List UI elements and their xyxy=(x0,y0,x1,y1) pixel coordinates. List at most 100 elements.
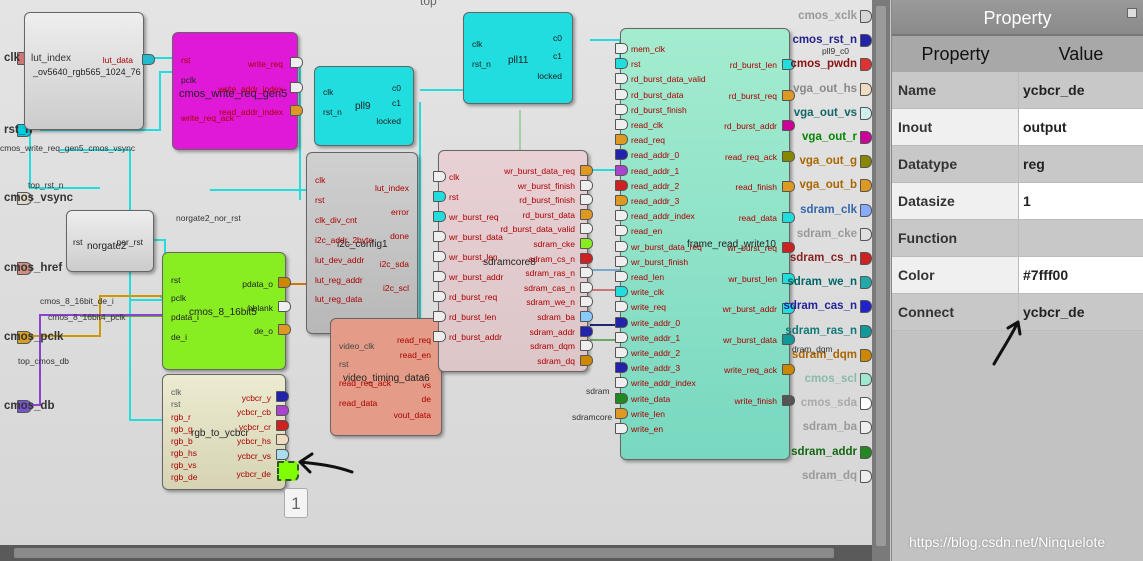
output-port-sdram-dq[interactable] xyxy=(860,469,872,483)
port-sd-right-sdram-ba[interactable] xyxy=(580,311,593,322)
page-marker[interactable]: 1 xyxy=(284,488,308,518)
port-fr-left-read-en[interactable] xyxy=(615,225,628,237)
port-sd-left-wr-burst-data[interactable] xyxy=(433,231,446,242)
port-ycbcr-vs[interactable] xyxy=(276,449,289,460)
schematic-canvas[interactable]: top clk rst_n cmos_vsync cmos_href cmos_… xyxy=(0,0,872,561)
port-fr-left-read-len[interactable] xyxy=(615,271,628,282)
property-value[interactable] xyxy=(1019,220,1143,256)
output-port-sdram-dqm[interactable] xyxy=(860,348,872,362)
port-fr-left-wr-burst-finish[interactable] xyxy=(615,255,628,267)
port-sd-left-clk[interactable] xyxy=(433,171,446,182)
port-ycbcr-hs[interactable] xyxy=(276,434,289,445)
port-fr-left-read-clk[interactable] xyxy=(615,119,628,130)
port-c816-hblank[interactable] xyxy=(278,301,291,312)
output-port-vga-out-r[interactable] xyxy=(860,131,872,144)
output-port-sdram-ras-n[interactable] xyxy=(860,324,872,338)
port-fr-left-rst[interactable] xyxy=(615,58,628,70)
sdramcore-block[interactable]: sdramcore8 clk rst wr_burst_req wr_burst_da… xyxy=(433,150,593,372)
port-fr-left-mem-clk[interactable] xyxy=(615,43,628,54)
port-sd-left-rd-burst-len[interactable] xyxy=(433,311,446,322)
port-fr-left-write-req[interactable] xyxy=(615,301,628,313)
port-sd-left-rd-burst-addr[interactable] xyxy=(433,331,446,342)
port-fr-right-read-data[interactable] xyxy=(782,211,795,223)
port-ycbcr-cr[interactable] xyxy=(276,420,289,431)
output-port-cmos-sda[interactable] xyxy=(860,397,872,411)
port-fr-right-read-req-ack[interactable] xyxy=(782,150,795,162)
port-c816-pdata-o[interactable] xyxy=(278,277,291,288)
port-fr-right-write-req-ack[interactable] xyxy=(782,364,795,375)
video-timing-block[interactable]: video_timing_data6 video_clk rst read_re… xyxy=(330,318,442,436)
property-row-datatype[interactable]: Datatype reg xyxy=(892,146,1143,183)
port-sd-right-sdram-dqm[interactable] xyxy=(580,340,593,352)
port-sd-left-wr-burst-addr[interactable] xyxy=(433,271,446,282)
output-port-sdram-clk[interactable] xyxy=(860,203,872,217)
lut-index-block[interactable]: lut_index _ov5640_rgb565_1024_76 lut_dat… xyxy=(24,12,155,130)
port-fr-left-rd-burst-data-valid[interactable] xyxy=(615,73,628,85)
vertical-scroll-thumb[interactable] xyxy=(876,6,886,546)
port-fr-left-write-addr-0[interactable] xyxy=(615,316,628,328)
port-write-req[interactable] xyxy=(290,57,303,68)
port-fr-left-read-addr-0[interactable] xyxy=(615,149,628,161)
port-sd-right-rd-burst-data[interactable] xyxy=(580,208,593,220)
port-fr-left-rd-burst-finish[interactable] xyxy=(615,103,628,115)
port-fr-right-read-finish[interactable] xyxy=(782,181,795,192)
output-port-cmos-scl[interactable] xyxy=(860,373,872,386)
horizontal-scroll-thumb[interactable] xyxy=(14,548,834,558)
port-fr-left-read-addr-2[interactable] xyxy=(615,179,628,191)
port-fr-left-read-addr-3[interactable] xyxy=(615,195,628,206)
port-sd-right-wr-burst-data-req[interactable] xyxy=(580,165,593,176)
port-fr-left-write-data[interactable] xyxy=(615,392,628,404)
port-sd-right-wr-burst-finish[interactable] xyxy=(580,179,593,191)
property-value[interactable]: output xyxy=(1019,109,1143,145)
property-row-color[interactable]: Color #7fff00 xyxy=(892,257,1143,294)
port-sd-right-rd-burst-data-valid[interactable] xyxy=(580,223,593,235)
port-fr-left-rd-burst-data[interactable] xyxy=(615,88,628,100)
close-icon[interactable] xyxy=(1127,8,1137,18)
output-port-sdram-cke[interactable] xyxy=(860,227,872,241)
port-fr-left-write-addr-index[interactable] xyxy=(615,377,628,389)
property-row-name[interactable]: Name ycbcr_de xyxy=(892,72,1143,109)
port-c816-de-o[interactable] xyxy=(278,324,291,335)
output-port-cmos-rst-n[interactable] xyxy=(860,34,872,48)
port-sd-right-rd-burst-finish[interactable] xyxy=(580,194,593,206)
property-row-datasize[interactable]: Datasize 1 xyxy=(892,183,1143,220)
port-ycbcr-y[interactable] xyxy=(276,391,289,402)
property-value[interactable]: reg xyxy=(1019,146,1143,182)
pll11-block[interactable]: pll11 clk rst_n c0 c1 locked xyxy=(463,12,573,104)
property-value[interactable]: #7fff00 xyxy=(1019,257,1143,293)
output-port-sdram-cs-n[interactable] xyxy=(860,252,872,265)
port-fr-right-rd-burst-addr[interactable] xyxy=(782,120,795,131)
port-sd-right-sdram-cas-n[interactable] xyxy=(580,281,593,293)
vertical-scrollbar[interactable] xyxy=(872,0,890,561)
port-fr-left-write-addr-2[interactable] xyxy=(615,347,628,358)
port-fr-left-read-addr-index[interactable] xyxy=(615,210,628,222)
output-port-vga-out-g[interactable] xyxy=(860,155,872,169)
port-lut-data[interactable] xyxy=(142,54,155,65)
output-port-cmos-xclk[interactable] xyxy=(860,10,872,23)
port-read-addr-index[interactable] xyxy=(290,105,303,116)
property-row-function[interactable]: Function xyxy=(892,220,1143,257)
output-port-sdram-addr[interactable] xyxy=(860,445,872,459)
port-sd-right-sdram-dq[interactable] xyxy=(580,354,593,366)
port-sd-right-sdram-cs-n[interactable] xyxy=(580,252,593,264)
port-fr-left-write-en[interactable] xyxy=(615,423,628,434)
property-value[interactable]: ycbcr_de xyxy=(1019,294,1143,330)
output-port-vga-out-vs[interactable] xyxy=(860,106,872,120)
i2c-config-block[interactable]: i2c_config1 clk rst clk_div_cnt i2c_addr… xyxy=(306,152,418,334)
output-port-sdram-we-n[interactable] xyxy=(860,276,872,290)
cmos-write-req-block[interactable]: cmos_write_req_gen5 rst pclk write_req_a… xyxy=(172,32,303,150)
port-fr-left-read-req[interactable] xyxy=(615,134,628,146)
port-sd-left-rst[interactable] xyxy=(433,191,446,202)
port-sd-right-sdram-cke[interactable] xyxy=(580,238,593,249)
port-fr-left-wr-burst-data-req[interactable] xyxy=(615,240,628,252)
rgb-to-ycbcr-block[interactable]: rgb_to_ycbcr clk rst rgb_r rgb_g rgb_b r… xyxy=(162,374,299,490)
port-sd-right-sdram-addr[interactable] xyxy=(580,325,593,337)
property-value[interactable]: 1 xyxy=(1019,183,1143,219)
port-sd-right-sdram-ras-n[interactable] xyxy=(580,267,593,279)
property-row-inout[interactable]: Inout output xyxy=(892,109,1143,146)
port-fr-left-write-addr-3[interactable] xyxy=(615,362,628,374)
norgate-block[interactable]: norgate2 rst nor_rst xyxy=(66,210,154,272)
frame-read-write-block[interactable]: frame_read_write10 mem_clk rst rd_burst_da… xyxy=(615,28,795,460)
output-port-vga-out-hs[interactable] xyxy=(860,82,872,96)
port-fr-left-read-addr-1[interactable] xyxy=(615,164,628,176)
